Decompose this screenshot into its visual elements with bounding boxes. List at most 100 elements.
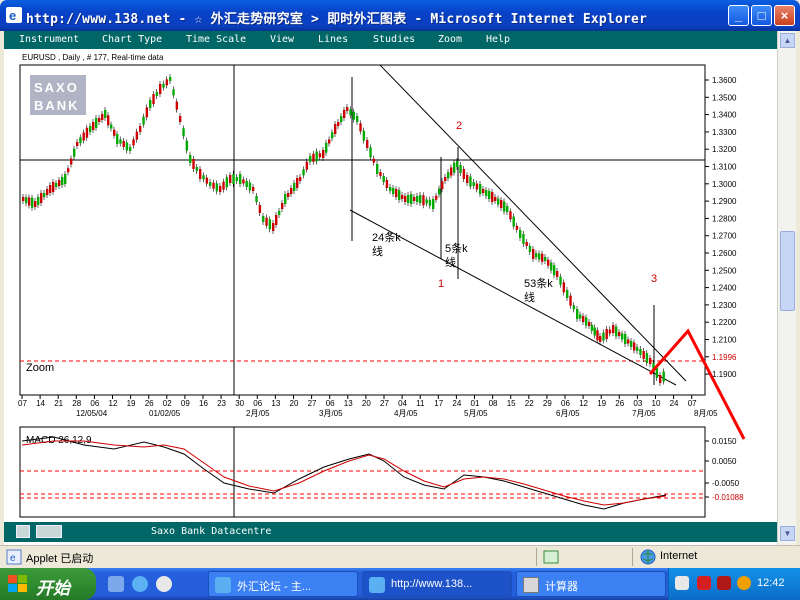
quicklaunch-ie-icon[interactable] xyxy=(132,576,148,592)
title-bar[interactable]: e http://www.138.net - ☆ 外汇走势研究室 > 即时外汇图… xyxy=(0,0,800,31)
candle-body xyxy=(268,219,272,230)
quicklaunch-media-icon[interactable] xyxy=(156,576,172,592)
candle-body xyxy=(172,89,175,96)
candle-body xyxy=(485,190,488,196)
month-label: 4月/05 xyxy=(394,409,418,418)
scroll-thumb[interactable] xyxy=(780,231,795,311)
menu-instrument[interactable]: Instrument xyxy=(19,34,79,45)
candle-body xyxy=(462,169,466,179)
menu-view[interactable]: View xyxy=(270,34,294,45)
candle-body xyxy=(92,122,95,130)
menu-lines[interactable]: Lines xyxy=(318,34,348,45)
candle-body xyxy=(369,147,372,158)
svg-text:e: e xyxy=(10,553,16,564)
date-tick-label: 29 xyxy=(543,399,552,408)
tray-volume-icon[interactable] xyxy=(737,576,751,590)
tray-keyboard-icon[interactable] xyxy=(675,576,689,590)
price-tick-label: 1.3100 xyxy=(712,163,737,172)
candle-body xyxy=(232,174,235,184)
candle-body xyxy=(116,134,119,144)
tray-alert-icon[interactable] xyxy=(717,576,731,590)
scroll-down-icon[interactable]: ▼ xyxy=(780,526,795,541)
candle-body xyxy=(225,177,229,188)
candle-body xyxy=(425,199,428,204)
price-tick-label: 1.1900 xyxy=(712,370,737,379)
candle-body xyxy=(366,140,369,148)
candle-body xyxy=(649,358,652,364)
candle-body xyxy=(441,181,444,190)
date-tick-label: 07 xyxy=(688,399,697,408)
candle-body xyxy=(410,194,413,204)
task-calculator[interactable]: 计算器 xyxy=(516,571,666,597)
candle-body xyxy=(585,317,588,326)
candle-body xyxy=(528,246,532,252)
quicklaunch-icon-1[interactable] xyxy=(108,576,124,592)
candle-body xyxy=(255,196,258,202)
candle-body xyxy=(98,118,101,122)
candle-body xyxy=(509,211,512,220)
candle-body xyxy=(165,79,169,86)
close-button[interactable]: × xyxy=(774,5,795,26)
price-tick-label: 1.2800 xyxy=(712,214,737,223)
price-tick-label: 1.3000 xyxy=(712,180,737,189)
candlestick-series xyxy=(22,74,665,386)
price-tick-label: 1.2400 xyxy=(712,284,737,293)
footer-button-2[interactable] xyxy=(36,525,62,538)
candle-body xyxy=(608,329,612,334)
candle-body xyxy=(621,333,624,340)
maximize-button[interactable]: □ xyxy=(751,5,772,26)
candle-body xyxy=(624,334,627,344)
candle-body xyxy=(202,175,205,180)
candle-body xyxy=(155,92,159,96)
candle-body xyxy=(222,181,225,190)
candle-body xyxy=(639,349,642,355)
scroll-up-icon[interactable]: ▲ xyxy=(780,33,795,48)
candle-body xyxy=(40,193,43,203)
candle-body xyxy=(337,122,340,126)
candle-body xyxy=(212,182,215,189)
status-separator-2 xyxy=(632,548,633,566)
task-forum[interactable]: 外汇论坛 - 主... xyxy=(208,571,358,597)
candle-body xyxy=(519,230,522,238)
candle-body xyxy=(125,142,129,151)
candle-body xyxy=(119,139,122,144)
candle-body xyxy=(627,339,630,344)
candle-body xyxy=(630,341,633,347)
tray-antivirus-icon[interactable] xyxy=(697,576,711,590)
menu-zoom[interactable]: Zoom xyxy=(438,34,462,45)
date-tick-label: 14 xyxy=(36,399,45,408)
candle-body xyxy=(645,353,649,363)
candle-body xyxy=(416,196,419,202)
date-tick-label: 21 xyxy=(54,399,63,408)
date-tick-label: 19 xyxy=(597,399,606,408)
start-button[interactable]: 开始 xyxy=(0,568,96,600)
candle-body xyxy=(488,191,491,199)
footer-button-1[interactable] xyxy=(16,525,30,538)
menu-help[interactable]: Help xyxy=(486,34,510,45)
candle-body xyxy=(113,129,116,136)
candle-body xyxy=(132,139,135,146)
date-tick-label: 06 xyxy=(561,399,570,408)
candle-body xyxy=(325,142,328,153)
vertical-scrollbar[interactable]: ▲ ▼ xyxy=(777,31,796,545)
candle-body xyxy=(95,118,98,128)
candle-body xyxy=(349,109,352,116)
date-tick-label: 12 xyxy=(109,399,118,408)
saxo-bank-logo: SAXO BANK xyxy=(30,75,86,115)
wave-3-label: 3 xyxy=(651,273,657,285)
menu-time-scale[interactable]: Time Scale xyxy=(186,34,246,45)
menu-chart-type[interactable]: Chart Type xyxy=(102,34,162,45)
candle-body xyxy=(450,167,453,176)
candle-body xyxy=(376,164,379,174)
candle-body xyxy=(659,375,662,383)
task-browser[interactable]: http://www.138... xyxy=(362,571,512,597)
candle-body xyxy=(566,290,569,298)
candle-body xyxy=(392,188,395,194)
candle-body xyxy=(107,115,110,126)
candle-body xyxy=(506,206,509,212)
minimize-button[interactable]: _ xyxy=(728,5,749,26)
menu-studies[interactable]: Studies xyxy=(373,34,415,45)
candle-body xyxy=(340,116,343,122)
month-label: 8月/05 xyxy=(694,409,718,418)
candle-body xyxy=(70,158,73,165)
